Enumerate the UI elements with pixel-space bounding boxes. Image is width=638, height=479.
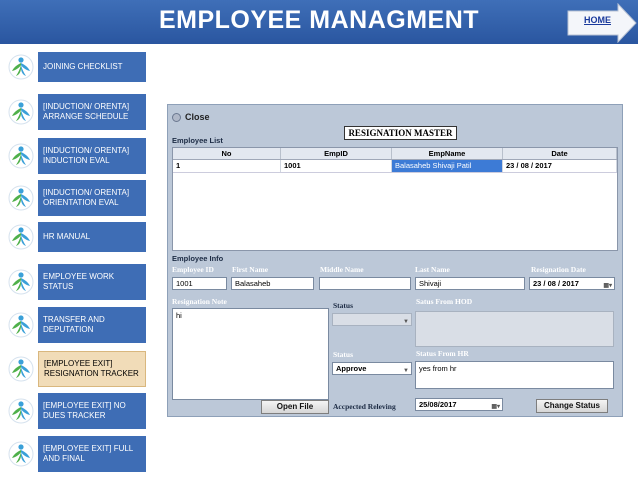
- grid-header: No EmpID EmpName Date: [173, 148, 617, 160]
- person-leaf-icon: [8, 224, 34, 250]
- close-button[interactable]: Close: [172, 110, 210, 124]
- resignation-date-value: 23 / 08 / 2017: [533, 279, 579, 288]
- chevron-down-icon: ▼: [403, 319, 409, 325]
- status-hod-label: Status: [333, 301, 354, 310]
- sidebar-item-label: [INDUCTION/ ORENTA] INDUCTION EVAL: [43, 146, 130, 165]
- sidebar-item[interactable]: [INDUCTION/ ORENTA] INDUCTION EVAL: [38, 138, 146, 174]
- employee-id-field[interactable]: 1001: [172, 277, 227, 290]
- sidebar-item[interactable]: [EMPLOYEE EXIT] FULL AND FINAL: [38, 436, 146, 472]
- sidebar-item[interactable]: JOINING CHECKLIST: [38, 52, 146, 82]
- employee-info-label: Employee Info: [172, 254, 224, 263]
- person-leaf-icon: [8, 312, 34, 338]
- sidebar-item-label: [EMPLOYEE EXIT] NO DUES TRACKER: [43, 401, 126, 420]
- resignation-date-picker[interactable]: 23 / 08 / 2017 ▦▾: [529, 277, 615, 290]
- cell-empname: Balasaheb Shivaji Patil: [392, 160, 503, 172]
- accepted-releving-value: 25/08/2017: [419, 400, 457, 409]
- person-leaf-icon: [8, 185, 34, 211]
- home-link[interactable]: HOME: [584, 15, 611, 25]
- person-leaf-icon: [8, 54, 34, 80]
- sidebar-item-label: [EMPLOYEE EXIT] FULL AND FINAL: [43, 444, 133, 463]
- accepted-releving-picker[interactable]: 25/08/2017 ▦▾: [415, 398, 503, 411]
- sidebar-item-label: [INDUCTION/ ORENTA] ORIENTATION EVAL: [43, 188, 130, 207]
- middle-name-label: Middle Name: [320, 265, 364, 274]
- employee-list-label: Employee List: [172, 136, 223, 145]
- status-hr-value: Approve: [336, 364, 367, 373]
- satus-from-hod-label: Satus From HOD: [416, 297, 473, 306]
- last-name-label: Last Name: [415, 265, 450, 274]
- accepted-releving-label: Accpected Releving: [333, 402, 396, 411]
- employee-id-label: Employee ID: [172, 265, 214, 274]
- last-name-field[interactable]: Shivaji: [415, 277, 525, 290]
- person-leaf-icon: [8, 356, 34, 382]
- sidebar-item-label: EMPLOYEE WORK STATUS: [43, 272, 115, 291]
- cell-no: 1: [173, 160, 281, 172]
- open-file-button[interactable]: Open File: [261, 400, 329, 414]
- resignation-note-label: Resignation Note: [172, 297, 227, 306]
- column-header-date[interactable]: Date: [503, 148, 617, 159]
- close-icon: [172, 112, 181, 122]
- person-leaf-icon: [8, 99, 34, 125]
- employee-list-grid: No EmpID EmpName Date 1 1001 Balasaheb S…: [172, 147, 618, 251]
- sidebar-item[interactable]: HR MANUAL: [38, 222, 146, 252]
- sidebar-item[interactable]: EMPLOYEE WORK STATUS: [38, 264, 146, 300]
- satus-from-hod-field[interactable]: [415, 311, 614, 347]
- chevron-down-icon: ▼: [403, 368, 409, 374]
- sidebar-item-label: JOINING CHECKLIST: [43, 62, 123, 71]
- sidebar-item-label: TRANSFER AND DEPUTATION: [43, 315, 105, 334]
- cell-date: 23 / 08 / 2017: [503, 160, 617, 172]
- cell-empid: 1001: [281, 160, 392, 172]
- window-title: RESIGNATION MASTER: [344, 126, 457, 140]
- column-header-no[interactable]: No: [173, 148, 281, 159]
- sidebar-item[interactable]: TRANSFER AND DEPUTATION: [38, 307, 146, 343]
- change-status-button[interactable]: Change Status: [536, 399, 608, 413]
- sidebar-item[interactable]: [EMPLOYEE EXIT] NO DUES TRACKER: [38, 393, 146, 429]
- resignation-date-label: Resignation Date: [531, 265, 586, 274]
- sidebar-item[interactable]: [INDUCTION/ ORENTA] ORIENTATION EVAL: [38, 180, 146, 216]
- sidebar-item-label: [EMPLOYEE EXIT] RESIGNATION TRACKER: [44, 359, 139, 378]
- page-title: EMPLOYEE MANAGMENT: [158, 6, 480, 34]
- column-header-empid[interactable]: EmpID: [281, 148, 392, 159]
- person-leaf-icon: [8, 143, 34, 169]
- first-name-label: First Name: [232, 265, 269, 274]
- person-leaf-icon: [8, 269, 34, 295]
- sidebar-item-label: HR MANUAL: [43, 232, 91, 241]
- calendar-icon[interactable]: ▦▾: [603, 281, 612, 292]
- sidebar-item-label: [INDUCTION/ ORENTA] ARRANGE SCHEDULE: [43, 102, 130, 121]
- table-row[interactable]: 1 1001 Balasaheb Shivaji Patil 23 / 08 /…: [173, 160, 617, 173]
- status-from-hr-field[interactable]: yes from hr: [415, 361, 614, 389]
- person-leaf-icon: [8, 398, 34, 424]
- close-label: Close: [185, 112, 210, 122]
- sidebar-item[interactable]: [INDUCTION/ ORENTA] ARRANGE SCHEDULE: [38, 94, 146, 130]
- person-leaf-icon: [8, 441, 34, 467]
- resignation-master-window: Close RESIGNATION MASTER Employee List N…: [167, 104, 623, 417]
- status-hr-dropdown[interactable]: Approve ▼: [332, 362, 412, 375]
- resignation-note-field[interactable]: hi: [172, 308, 329, 400]
- status-hr-label: Status: [333, 350, 354, 359]
- status-hod-dropdown[interactable]: ▼: [332, 313, 412, 326]
- column-header-empname[interactable]: EmpName: [392, 148, 503, 159]
- middle-name-field[interactable]: [319, 277, 411, 290]
- calendar-icon[interactable]: ▦▾: [491, 402, 500, 413]
- sidebar-item[interactable]: [EMPLOYEE EXIT] RESIGNATION TRACKER: [38, 351, 146, 387]
- first-name-field[interactable]: Balasaheb: [231, 277, 314, 290]
- status-from-hr-label: Status From HR: [416, 349, 469, 358]
